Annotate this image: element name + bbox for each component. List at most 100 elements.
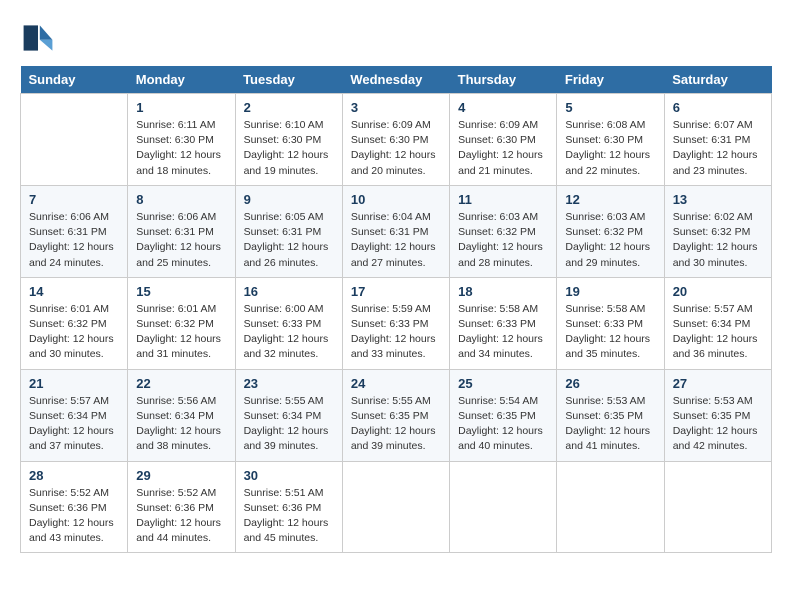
calendar-cell: 10 Sunrise: 6:04 AMSunset: 6:31 PMDayligh…	[342, 185, 449, 277]
day-info: Sunrise: 6:07 AMSunset: 6:31 PMDaylight:…	[673, 118, 763, 179]
day-number: 27	[673, 376, 763, 391]
day-info: Sunrise: 6:01 AMSunset: 6:32 PMDaylight:…	[136, 302, 226, 363]
day-info: Sunrise: 6:02 AMSunset: 6:32 PMDaylight:…	[673, 210, 763, 271]
day-info: Sunrise: 5:52 AMSunset: 6:36 PMDaylight:…	[29, 486, 119, 547]
calendar-table: SundayMondayTuesdayWednesdayThursdayFrid…	[20, 66, 772, 553]
calendar-cell: 3 Sunrise: 6:09 AMSunset: 6:30 PMDaylight…	[342, 94, 449, 186]
day-info: Sunrise: 6:04 AMSunset: 6:31 PMDaylight:…	[351, 210, 441, 271]
calendar-week-row: 21 Sunrise: 5:57 AMSunset: 6:34 PMDayligh…	[21, 369, 772, 461]
calendar-cell: 29 Sunrise: 5:52 AMSunset: 6:36 PMDayligh…	[128, 461, 235, 553]
logo-icon	[20, 20, 56, 56]
day-info: Sunrise: 5:59 AMSunset: 6:33 PMDaylight:…	[351, 302, 441, 363]
day-number: 1	[136, 100, 226, 115]
day-number: 21	[29, 376, 119, 391]
day-info: Sunrise: 5:55 AMSunset: 6:35 PMDaylight:…	[351, 394, 441, 455]
day-number: 19	[565, 284, 655, 299]
day-number: 30	[244, 468, 334, 483]
day-info: Sunrise: 6:11 AMSunset: 6:30 PMDaylight:…	[136, 118, 226, 179]
header-thursday: Thursday	[450, 66, 557, 94]
calendar-cell	[664, 461, 771, 553]
day-number: 15	[136, 284, 226, 299]
header-saturday: Saturday	[664, 66, 771, 94]
calendar-cell: 5 Sunrise: 6:08 AMSunset: 6:30 PMDaylight…	[557, 94, 664, 186]
calendar-cell: 9 Sunrise: 6:05 AMSunset: 6:31 PMDaylight…	[235, 185, 342, 277]
day-number: 11	[458, 192, 548, 207]
calendar-cell: 4 Sunrise: 6:09 AMSunset: 6:30 PMDaylight…	[450, 94, 557, 186]
day-info: Sunrise: 5:54 AMSunset: 6:35 PMDaylight:…	[458, 394, 548, 455]
day-info: Sunrise: 5:57 AMSunset: 6:34 PMDaylight:…	[29, 394, 119, 455]
calendar-cell: 8 Sunrise: 6:06 AMSunset: 6:31 PMDaylight…	[128, 185, 235, 277]
day-info: Sunrise: 5:53 AMSunset: 6:35 PMDaylight:…	[565, 394, 655, 455]
day-number: 29	[136, 468, 226, 483]
calendar-week-row: 14Sunrise: 6:01 AMSunset: 6:32 PMDayligh…	[21, 277, 772, 369]
day-info: Sunrise: 5:52 AMSunset: 6:36 PMDaylight:…	[136, 486, 226, 547]
day-number: 2	[244, 100, 334, 115]
day-number: 8	[136, 192, 226, 207]
calendar-cell	[450, 461, 557, 553]
calendar-cell: 27 Sunrise: 5:53 AMSunset: 6:35 PMDayligh…	[664, 369, 771, 461]
day-number: 12	[565, 192, 655, 207]
day-number: 20	[673, 284, 763, 299]
day-info: Sunrise: 5:56 AMSunset: 6:34 PMDaylight:…	[136, 394, 226, 455]
calendar-cell: 6 Sunrise: 6:07 AMSunset: 6:31 PMDaylight…	[664, 94, 771, 186]
day-info: Sunrise: 5:58 AMSunset: 6:33 PMDaylight:…	[458, 302, 548, 363]
day-info: Sunrise: 6:05 AMSunset: 6:31 PMDaylight:…	[244, 210, 334, 271]
day-info: Sunrise: 6:01 AMSunset: 6:32 PMDaylight:…	[29, 302, 119, 363]
calendar-cell: 1 Sunrise: 6:11 AMSunset: 6:30 PMDaylight…	[128, 94, 235, 186]
calendar-cell: 22 Sunrise: 5:56 AMSunset: 6:34 PMDayligh…	[128, 369, 235, 461]
day-info: Sunrise: 6:06 AMSunset: 6:31 PMDaylight:…	[29, 210, 119, 271]
day-number: 6	[673, 100, 763, 115]
day-number: 18	[458, 284, 548, 299]
day-number: 10	[351, 192, 441, 207]
header-friday: Friday	[557, 66, 664, 94]
day-number: 16	[244, 284, 334, 299]
calendar-cell: 7 Sunrise: 6:06 AMSunset: 6:31 PMDaylight…	[21, 185, 128, 277]
day-info: Sunrise: 5:51 AMSunset: 6:36 PMDaylight:…	[244, 486, 334, 547]
day-info: Sunrise: 6:09 AMSunset: 6:30 PMDaylight:…	[458, 118, 548, 179]
day-info: Sunrise: 6:00 AMSunset: 6:33 PMDaylight:…	[244, 302, 334, 363]
calendar-cell: 28Sunrise: 5:52 AMSunset: 6:36 PMDayligh…	[21, 461, 128, 553]
day-number: 5	[565, 100, 655, 115]
calendar-cell: 18 Sunrise: 5:58 AMSunset: 6:33 PMDayligh…	[450, 277, 557, 369]
day-number: 3	[351, 100, 441, 115]
day-number: 7	[29, 192, 119, 207]
calendar-header-row: SundayMondayTuesdayWednesdayThursdayFrid…	[21, 66, 772, 94]
day-number: 24	[351, 376, 441, 391]
calendar-cell: 20Sunrise: 5:57 AMSunset: 6:34 PMDayligh…	[664, 277, 771, 369]
day-info: Sunrise: 6:03 AMSunset: 6:32 PMDaylight:…	[565, 210, 655, 271]
day-info: Sunrise: 6:10 AMSunset: 6:30 PMDaylight:…	[244, 118, 334, 179]
day-info: Sunrise: 5:55 AMSunset: 6:34 PMDaylight:…	[244, 394, 334, 455]
header-tuesday: Tuesday	[235, 66, 342, 94]
calendar-cell: 17 Sunrise: 5:59 AMSunset: 6:33 PMDayligh…	[342, 277, 449, 369]
day-number: 26	[565, 376, 655, 391]
calendar-cell: 11 Sunrise: 6:03 AMSunset: 6:32 PMDayligh…	[450, 185, 557, 277]
day-number: 4	[458, 100, 548, 115]
day-info: Sunrise: 6:08 AMSunset: 6:30 PMDaylight:…	[565, 118, 655, 179]
calendar-cell: 2 Sunrise: 6:10 AMSunset: 6:30 PMDaylight…	[235, 94, 342, 186]
day-info: Sunrise: 5:58 AMSunset: 6:33 PMDaylight:…	[565, 302, 655, 363]
calendar-week-row: 1 Sunrise: 6:11 AMSunset: 6:30 PMDaylight…	[21, 94, 772, 186]
calendar-cell: 26 Sunrise: 5:53 AMSunset: 6:35 PMDayligh…	[557, 369, 664, 461]
calendar-week-row: 28Sunrise: 5:52 AMSunset: 6:36 PMDayligh…	[21, 461, 772, 553]
calendar-cell: 24 Sunrise: 5:55 AMSunset: 6:35 PMDayligh…	[342, 369, 449, 461]
calendar-cell: 14Sunrise: 6:01 AMSunset: 6:32 PMDayligh…	[21, 277, 128, 369]
header-wednesday: Wednesday	[342, 66, 449, 94]
calendar-cell: 30 Sunrise: 5:51 AMSunset: 6:36 PMDayligh…	[235, 461, 342, 553]
header-sunday: Sunday	[21, 66, 128, 94]
calendar-cell: 19 Sunrise: 5:58 AMSunset: 6:33 PMDayligh…	[557, 277, 664, 369]
day-info: Sunrise: 6:06 AMSunset: 6:31 PMDaylight:…	[136, 210, 226, 271]
day-info: Sunrise: 5:53 AMSunset: 6:35 PMDaylight:…	[673, 394, 763, 455]
header-monday: Monday	[128, 66, 235, 94]
day-info: Sunrise: 6:03 AMSunset: 6:32 PMDaylight:…	[458, 210, 548, 271]
day-number: 22	[136, 376, 226, 391]
day-number: 17	[351, 284, 441, 299]
calendar-cell: 12 Sunrise: 6:03 AMSunset: 6:32 PMDayligh…	[557, 185, 664, 277]
day-info: Sunrise: 6:09 AMSunset: 6:30 PMDaylight:…	[351, 118, 441, 179]
day-number: 9	[244, 192, 334, 207]
calendar-cell: 15 Sunrise: 6:01 AMSunset: 6:32 PMDayligh…	[128, 277, 235, 369]
day-number: 25	[458, 376, 548, 391]
calendar-week-row: 7 Sunrise: 6:06 AMSunset: 6:31 PMDaylight…	[21, 185, 772, 277]
calendar-cell	[557, 461, 664, 553]
calendar-cell	[21, 94, 128, 186]
calendar-cell: 21 Sunrise: 5:57 AMSunset: 6:34 PMDayligh…	[21, 369, 128, 461]
